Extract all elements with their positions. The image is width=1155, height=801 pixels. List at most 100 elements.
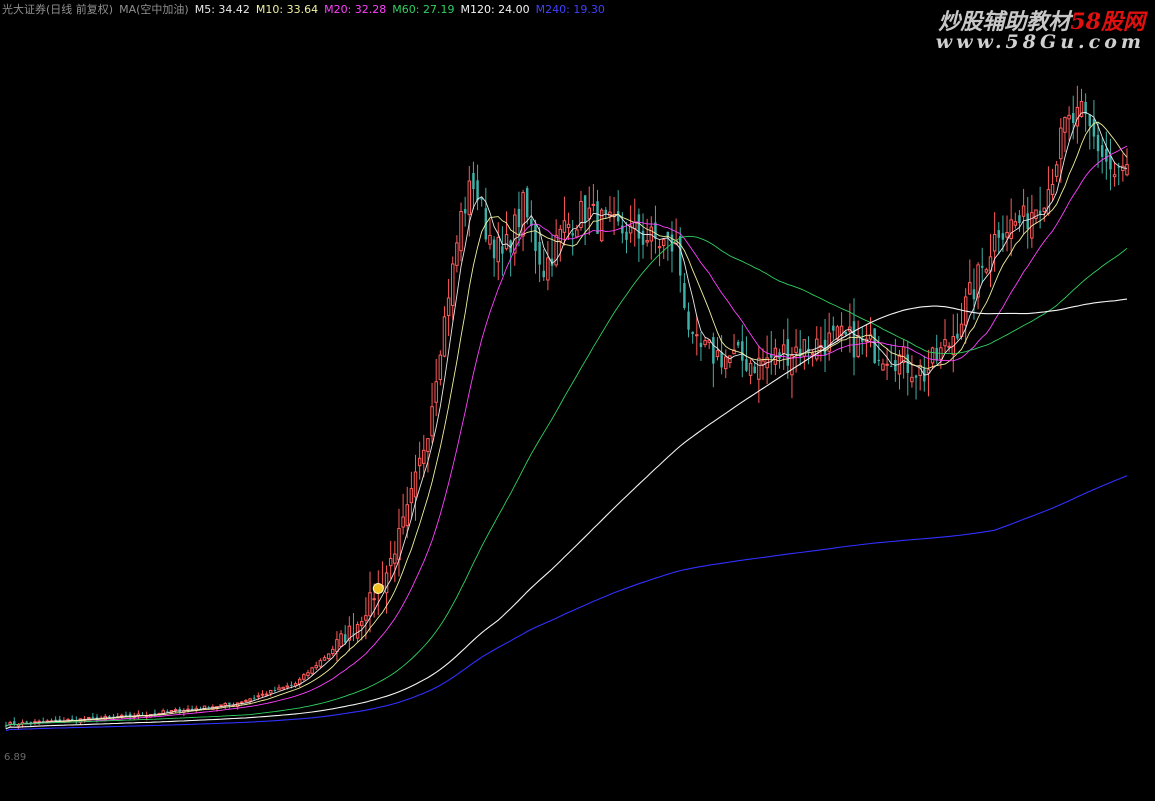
candle-up: [810, 352, 815, 355]
candle-up: [405, 504, 409, 527]
candle-down: [720, 352, 723, 368]
watermark-url: www.58Gu.com: [935, 31, 1145, 53]
candle-down: [538, 241, 541, 265]
candle-down: [637, 214, 641, 239]
candle-up: [1021, 205, 1026, 217]
header-m240: M240: 19.30: [535, 3, 605, 16]
candle-up: [459, 211, 463, 252]
candle-down: [596, 201, 599, 234]
candle-up: [885, 363, 889, 366]
candle-down: [534, 223, 537, 252]
candle-down: [1092, 118, 1096, 137]
candle-up: [281, 686, 285, 690]
candle-down: [641, 230, 645, 245]
candle-up: [649, 226, 654, 242]
candle-down: [525, 188, 529, 218]
candle-up: [546, 257, 550, 281]
header-m20: M20: 32.28: [324, 3, 387, 16]
candle-up: [219, 704, 223, 707]
candle-up: [306, 672, 310, 676]
candle-down: [699, 342, 703, 348]
candle-down: [54, 719, 57, 721]
candle-up: [633, 221, 637, 230]
candle-up: [302, 674, 306, 680]
candle-up: [1005, 232, 1009, 238]
candle-up: [438, 354, 443, 381]
candle-up: [326, 653, 331, 660]
candle-down: [687, 311, 690, 330]
header-indicator: MA(空中加油): [119, 3, 189, 16]
candle-down: [124, 714, 128, 716]
candle-down: [745, 359, 748, 371]
candle-up: [1067, 114, 1071, 120]
candle-up: [256, 695, 261, 698]
candle-up: [757, 357, 761, 380]
candle-up: [393, 553, 397, 564]
candle-down: [252, 697, 256, 699]
candle-up: [335, 639, 339, 652]
candle-up: [422, 449, 426, 464]
ma20-line: [5, 145, 1128, 727]
candle-up: [446, 297, 451, 317]
candle-up: [566, 223, 571, 229]
candle-down: [228, 702, 231, 705]
candle-up: [488, 234, 492, 245]
candle-down: [501, 246, 504, 254]
candle-up: [794, 346, 798, 353]
candle-up: [397, 528, 401, 561]
candle-down: [273, 689, 277, 691]
candle-down: [844, 331, 847, 335]
candle-down: [654, 222, 657, 239]
candle-down: [1100, 145, 1104, 157]
ma240-line: [5, 475, 1128, 732]
candle-up: [413, 471, 418, 498]
candle-down: [153, 713, 157, 715]
candle-up: [331, 648, 335, 655]
candle-down: [1105, 148, 1108, 162]
candle-up: [1042, 207, 1047, 213]
candle-up: [86, 716, 91, 720]
candle-up: [434, 381, 438, 403]
candle-up: [1034, 209, 1038, 219]
candle-down: [604, 209, 608, 214]
candle-up: [244, 699, 248, 702]
candle-up: [388, 557, 393, 567]
candle-down: [1026, 213, 1029, 229]
candle-up: [748, 362, 753, 376]
candle-up: [947, 345, 951, 348]
candle-down: [616, 211, 620, 222]
candle-up: [645, 240, 649, 243]
candle-up: [277, 687, 281, 691]
candle-down: [873, 328, 876, 363]
candle-up: [715, 350, 720, 358]
candle-up: [409, 488, 414, 504]
candle-down: [914, 375, 918, 378]
candle-up: [1059, 127, 1063, 160]
candle-down: [70, 718, 74, 720]
candle-down: [877, 359, 881, 362]
candle-down: [1096, 134, 1100, 152]
candle-up: [562, 220, 567, 233]
candle-up: [781, 344, 786, 354]
candle-up: [248, 698, 252, 702]
candle-up: [240, 701, 244, 704]
candle-down: [683, 283, 686, 308]
candle-down: [980, 265, 984, 268]
candle-up: [918, 365, 922, 376]
header-broker: 光大证券(日线 前复权): [2, 3, 114, 16]
candle-down: [712, 337, 715, 364]
candle-up: [451, 263, 455, 307]
candle-up: [724, 356, 728, 370]
candle-up: [1054, 164, 1059, 177]
candle-up: [992, 233, 997, 252]
candle-up: [881, 363, 885, 371]
candle-up: [943, 339, 947, 347]
candle-up: [314, 665, 318, 669]
candle-up: [264, 693, 269, 696]
candle-up: [695, 334, 699, 337]
candle-up: [901, 346, 906, 363]
candle-down: [832, 325, 835, 331]
candle-down: [571, 233, 574, 236]
candle-up: [599, 209, 604, 242]
candle-up: [1063, 116, 1067, 133]
